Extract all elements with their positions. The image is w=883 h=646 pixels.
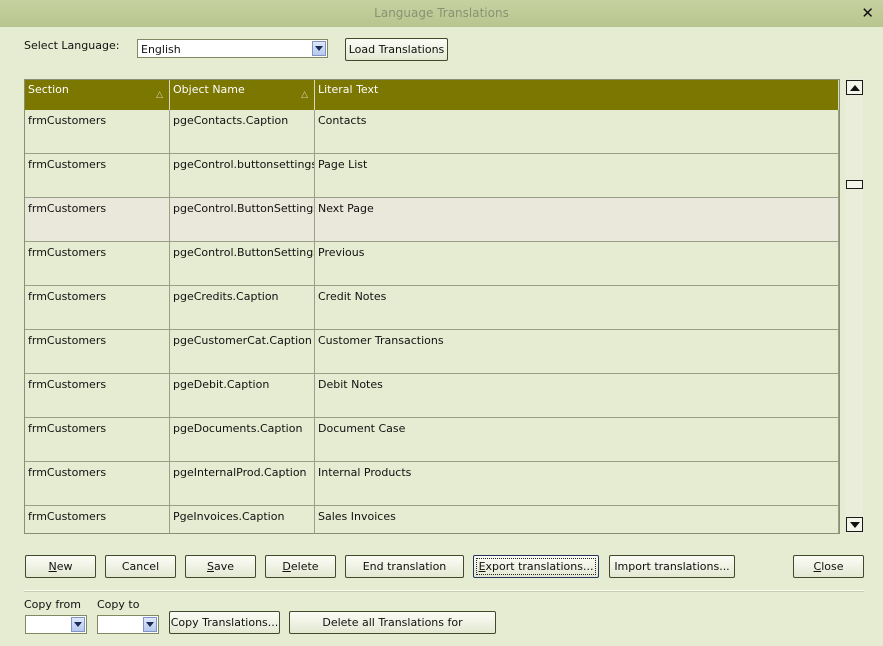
cell-section[interactable]: frmCustomers bbox=[25, 198, 170, 241]
scroll-down-icon[interactable] bbox=[846, 517, 863, 532]
column-header-label: Literal Text bbox=[318, 83, 379, 96]
cell-section[interactable]: frmCustomers bbox=[25, 154, 170, 197]
cell-section[interactable]: frmCustomers bbox=[25, 418, 170, 461]
cell-literal-text[interactable]: Contacts bbox=[315, 110, 839, 153]
close-button-label: lose bbox=[821, 560, 844, 573]
column-header-literal-text[interactable]: Literal Text bbox=[315, 80, 839, 110]
cell-object-name[interactable]: pgeControl.ButtonSettings.Sc bbox=[170, 242, 315, 285]
sort-icon: △ bbox=[301, 90, 308, 100]
cell-literal-text[interactable]: Previous bbox=[315, 242, 839, 285]
cell-section[interactable]: frmCustomers bbox=[25, 242, 170, 285]
cell-literal-text[interactable]: Internal Products bbox=[315, 462, 839, 505]
save-button-label: ave bbox=[213, 560, 234, 573]
table-row[interactable]: frmCustomers pgeContacts.Caption Contacts bbox=[25, 110, 839, 154]
close-button[interactable]: Close bbox=[793, 555, 864, 578]
scrollbar-thumb[interactable] bbox=[846, 180, 863, 189]
table-row[interactable]: frmCustomers pgeDebit.Caption Debit Notes bbox=[25, 374, 839, 418]
cell-section[interactable]: frmCustomers bbox=[25, 286, 170, 329]
column-header-label: Object Name bbox=[173, 83, 245, 96]
cell-object-name[interactable]: pgeControl.buttonsettings.Pag bbox=[170, 154, 315, 197]
cell-object-name[interactable]: pgeDocuments.Caption bbox=[170, 418, 315, 461]
cell-literal-text[interactable]: Document Case bbox=[315, 418, 839, 461]
table-row[interactable]: frmCustomers PgeInvoices.Caption Sales Inv… bbox=[25, 506, 839, 533]
import-translations-button[interactable]: Import translations... bbox=[609, 555, 735, 578]
cell-section[interactable]: frmCustomers bbox=[25, 374, 170, 417]
sort-icon: △ bbox=[156, 90, 163, 100]
cell-object-name[interactable]: pgeControl.ButtonSettings.Sc bbox=[170, 198, 315, 241]
new-button[interactable]: New bbox=[25, 555, 96, 578]
scroll-up-icon[interactable] bbox=[846, 80, 863, 95]
chevron-down-icon[interactable] bbox=[143, 617, 157, 632]
cell-object-name[interactable]: pgeInternalProd.Caption bbox=[170, 462, 315, 505]
save-button-mnemonic: S bbox=[206, 560, 214, 573]
load-translations-button[interactable]: Load Translations bbox=[345, 38, 448, 61]
cell-literal-text[interactable]: Sales Invoices bbox=[315, 506, 839, 533]
chevron-down-icon[interactable] bbox=[71, 617, 85, 632]
cell-literal-text[interactable]: Page List bbox=[315, 154, 839, 197]
cell-section[interactable]: frmCustomers bbox=[25, 506, 170, 533]
table-row[interactable]: frmCustomers pgeInternalProd.Caption Inter… bbox=[25, 462, 839, 506]
cell-section[interactable]: frmCustomers bbox=[25, 330, 170, 373]
table-row[interactable]: frmCustomerspgeControl.ButtonSettings.Sc… bbox=[25, 198, 839, 242]
table-row[interactable]: frmCustomerspgeControl.buttonsettings.Pa… bbox=[25, 154, 839, 198]
cell-literal-text[interactable]: Credit Notes bbox=[315, 286, 839, 329]
language-select[interactable]: English bbox=[137, 39, 328, 58]
end-translation-button[interactable]: End translation bbox=[345, 555, 464, 578]
divider bbox=[24, 590, 864, 592]
delete-button-label: elete bbox=[290, 560, 319, 573]
export-button-mnemonic: E bbox=[478, 560, 486, 573]
new-button-mnemonic: N bbox=[48, 560, 57, 573]
copy-to-label: Copy to bbox=[97, 598, 140, 611]
select-language-label: Select Language: bbox=[24, 39, 120, 52]
copy-from-select[interactable] bbox=[25, 615, 87, 634]
language-select-value: English bbox=[141, 43, 181, 56]
delete-all-translations-button[interactable]: Delete all Translations for bbox=[289, 611, 496, 634]
close-icon[interactable]: ✕ bbox=[861, 4, 874, 22]
table-row[interactable]: frmCustomers pgeCustomerCat.Caption Custom… bbox=[25, 330, 839, 374]
copy-from-label: Copy from bbox=[24, 598, 81, 611]
window-title: Language Translations bbox=[374, 6, 509, 20]
copy-translations-button[interactable]: Copy Translations... bbox=[169, 611, 280, 634]
delete-button[interactable]: Delete bbox=[265, 555, 336, 578]
grid-header: Section △ Object Name △ Literal Text bbox=[25, 80, 839, 110]
table-row[interactable]: frmCustomerspgeControl.ButtonSettings.Sc… bbox=[25, 242, 839, 286]
table-row[interactable]: frmCustomers pgeDocuments.Caption Document… bbox=[25, 418, 839, 462]
save-button[interactable]: Save bbox=[185, 555, 256, 578]
column-header-section[interactable]: Section △ bbox=[25, 80, 170, 110]
cell-literal-text[interactable]: Debit Notes bbox=[315, 374, 839, 417]
cell-object-name[interactable]: PgeInvoices.Caption bbox=[170, 506, 315, 533]
cell-object-name[interactable]: pgeCustomerCat.Caption bbox=[170, 330, 315, 373]
export-translations-button[interactable]: Export translations... bbox=[473, 555, 599, 578]
cell-literal-text[interactable]: Next Page bbox=[315, 198, 839, 241]
cell-section[interactable]: frmCustomers bbox=[25, 462, 170, 505]
column-header-label: Section bbox=[28, 83, 69, 96]
title-bar: Language Translations ✕ bbox=[0, 0, 883, 27]
copy-to-select[interactable] bbox=[97, 615, 159, 634]
chevron-down-icon[interactable] bbox=[312, 41, 326, 56]
table-row[interactable]: frmCustomers pgeCredits.Caption Credit Not… bbox=[25, 286, 839, 330]
cell-object-name[interactable]: pgeDebit.Caption bbox=[170, 374, 315, 417]
translations-grid: Section △ Object Name △ Literal Text frm… bbox=[24, 79, 840, 534]
grid-scrollbar[interactable] bbox=[846, 79, 863, 534]
cell-object-name[interactable]: pgeCredits.Caption bbox=[170, 286, 315, 329]
export-button-label: xport translations... bbox=[485, 560, 594, 573]
cell-literal-text[interactable]: Customer Transactions bbox=[315, 330, 839, 373]
delete-button-mnemonic: D bbox=[282, 560, 291, 573]
new-button-label: ew bbox=[56, 560, 73, 573]
cell-section[interactable]: frmCustomers bbox=[25, 110, 170, 153]
column-header-object-name[interactable]: Object Name △ bbox=[170, 80, 315, 110]
grid-body: frmCustomers pgeContacts.Caption Contacts f… bbox=[25, 110, 839, 533]
cancel-button[interactable]: Cancel bbox=[105, 555, 176, 578]
cell-object-name[interactable]: pgeContacts.Caption bbox=[170, 110, 315, 153]
